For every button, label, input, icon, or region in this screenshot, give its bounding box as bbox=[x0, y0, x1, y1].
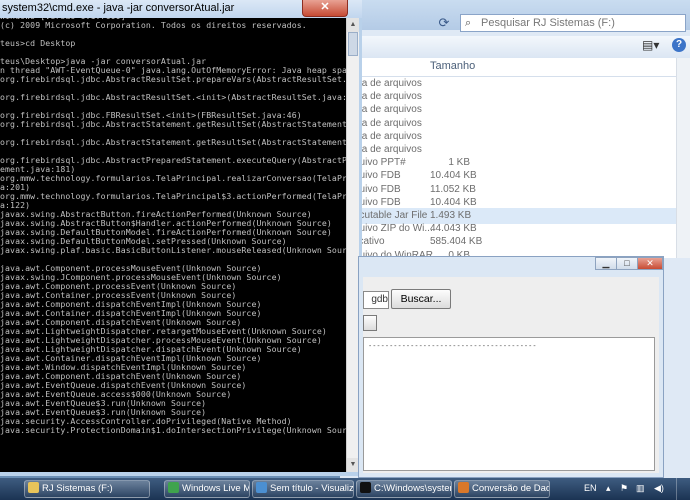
minimize-button[interactable]: ▁ bbox=[595, 257, 617, 270]
taskbar-item-label: RJ Sistemas (F:) bbox=[42, 483, 113, 494]
refresh-icon[interactable]: ⟳ bbox=[434, 14, 454, 32]
language-indicator[interactable]: EN bbox=[584, 483, 597, 493]
app-icon bbox=[458, 482, 469, 493]
app-icon bbox=[168, 482, 179, 493]
file-size: 44.043 KB bbox=[430, 223, 477, 235]
file-size: 10.404 KB bbox=[430, 170, 477, 182]
search-icon: ⌕ bbox=[465, 17, 472, 29]
file-type: sta de arquivos bbox=[354, 130, 422, 142]
file-type: ecutable Jar File bbox=[354, 210, 428, 221]
explorer-file-list: Tamanho sta de arquivos sta de arquivos st… bbox=[340, 58, 690, 261]
taskbar-item[interactable]: Conversão de Dados bbox=[454, 480, 550, 498]
search-placeholder: Pesquisar RJ Sistemas (F:) bbox=[481, 17, 615, 29]
conversion-close-button[interactable]: ✕ bbox=[637, 257, 663, 270]
file-type: sta de arquivos bbox=[354, 104, 422, 116]
cmd-window-title: system32\cmd.exe - java -jar conversorAt… bbox=[2, 2, 235, 14]
network-icon[interactable]: ▥ bbox=[636, 483, 645, 494]
console-line: org.mmw.technology.formularios.TelaPrinc… bbox=[0, 173, 346, 183]
cmd-close-button[interactable]: ✕ bbox=[302, 0, 348, 17]
console-line: javax.swing.plaf.basic.BasicButtonListen… bbox=[0, 245, 346, 255]
console-line: org.firebirdsql.jdbc.AbstractStatement.g… bbox=[0, 137, 346, 147]
maximize-button[interactable]: □ bbox=[616, 257, 638, 270]
app-icon bbox=[256, 482, 267, 493]
taskbar-item-label: Sem título - Visualiza... bbox=[270, 483, 354, 494]
file-list-header: Tamanho bbox=[340, 58, 690, 77]
show-desktop-button[interactable] bbox=[676, 478, 690, 500]
cmd-titlebar: system32\cmd.exe - java -jar conversorAt… bbox=[0, 0, 362, 18]
maximize-icon: □ bbox=[624, 258, 630, 268]
console-line: java.security.ProtectionDomain$1.doInter… bbox=[0, 425, 346, 435]
taskbar-item-label: Windows Live Messe... bbox=[182, 483, 249, 494]
views-icon[interactable]: ▤▾ bbox=[642, 38, 659, 52]
taskbar: RJ Sistemas (F:) Windows Live Messe... Sem… bbox=[0, 478, 690, 500]
console-line: org.mmw.technology.formularios.TelaPrinc… bbox=[0, 191, 346, 201]
app-icon bbox=[28, 482, 39, 493]
taskbar-item[interactable]: C:\Windows\system... bbox=[356, 480, 452, 498]
scroll-thumb[interactable] bbox=[348, 32, 358, 56]
taskbar-item-label: C:\Windows\system... bbox=[374, 483, 451, 494]
close-icon: ✕ bbox=[320, 1, 330, 13]
file-type: sta de arquivos bbox=[354, 78, 422, 89]
database-path-field[interactable]: gdb bbox=[363, 291, 389, 309]
console-line: org.firebirdsql.jdbc.AbstractResultSet.p… bbox=[0, 74, 346, 84]
taskbar-item-label: Conversão de Dados bbox=[472, 483, 549, 494]
taskbar-item[interactable]: Windows Live Messe... bbox=[164, 480, 250, 498]
console-line: teus>cd Desktop bbox=[0, 38, 76, 48]
volume-icon[interactable]: ◀) bbox=[654, 483, 664, 494]
secondary-button[interactable] bbox=[363, 315, 377, 331]
output-text: ---------------------------------------- bbox=[368, 342, 537, 350]
file-type: sta de arquivos bbox=[354, 117, 422, 129]
file-size: 11.052 KB bbox=[430, 183, 476, 195]
browse-button[interactable]: Buscar... bbox=[391, 289, 451, 309]
cmd-window: system32\cmd.exe - java -jar conversorAt… bbox=[0, 0, 362, 476]
file-type: sta de arquivos bbox=[354, 144, 422, 155]
cmd-console-output[interactable]: Windows [versão 6.1.7600](c) 2009 Micros… bbox=[0, 18, 346, 472]
console-line: org.firebirdsql.jdbc.AbstractStatement.g… bbox=[0, 119, 346, 129]
flag-icon[interactable]: ⚑ bbox=[620, 483, 628, 494]
explorer-command-bar bbox=[340, 36, 690, 59]
console-line: org.firebirdsql.jdbc.AbstractResultSet.<… bbox=[0, 92, 346, 102]
taskbar-item[interactable]: RJ Sistemas (F:) bbox=[24, 480, 150, 498]
conversion-content: gdb Buscar... --------------------------… bbox=[363, 277, 659, 473]
conversion-window: ▁ □ ✕ gdb Buscar... --------------------… bbox=[358, 256, 664, 478]
minimize-icon: ▁ bbox=[602, 258, 610, 268]
file-size: 10.404 KB bbox=[430, 196, 477, 208]
close-icon: ✕ bbox=[646, 258, 654, 268]
help-icon[interactable]: ? bbox=[672, 38, 686, 52]
tray-arrow-icon[interactable]: ▴ bbox=[606, 483, 611, 494]
explorer-scrollbar[interactable] bbox=[676, 58, 690, 258]
column-header-size[interactable]: Tamanho bbox=[430, 60, 475, 72]
file-type: quivo ZIP do Wi... bbox=[354, 223, 433, 235]
file-size: 1 KB bbox=[448, 157, 470, 169]
taskbar-item[interactable]: Sem título - Visualiza... bbox=[252, 480, 354, 498]
console-line: (c) 2009 Microsoft Corporation. Todos os… bbox=[0, 20, 307, 30]
scroll-up-icon[interactable]: ▲ bbox=[347, 18, 359, 32]
file-size: 585.404 KB bbox=[430, 236, 483, 248]
explorer-search-input[interactable]: ⌕ Pesquisar RJ Sistemas (F:) bbox=[460, 14, 686, 32]
app-icon bbox=[360, 482, 371, 493]
file-size: 1.493 KB bbox=[430, 210, 472, 221]
conversion-output-area[interactable]: ---------------------------------------- bbox=[363, 337, 655, 471]
file-type: sta de arquivos bbox=[354, 91, 422, 103]
